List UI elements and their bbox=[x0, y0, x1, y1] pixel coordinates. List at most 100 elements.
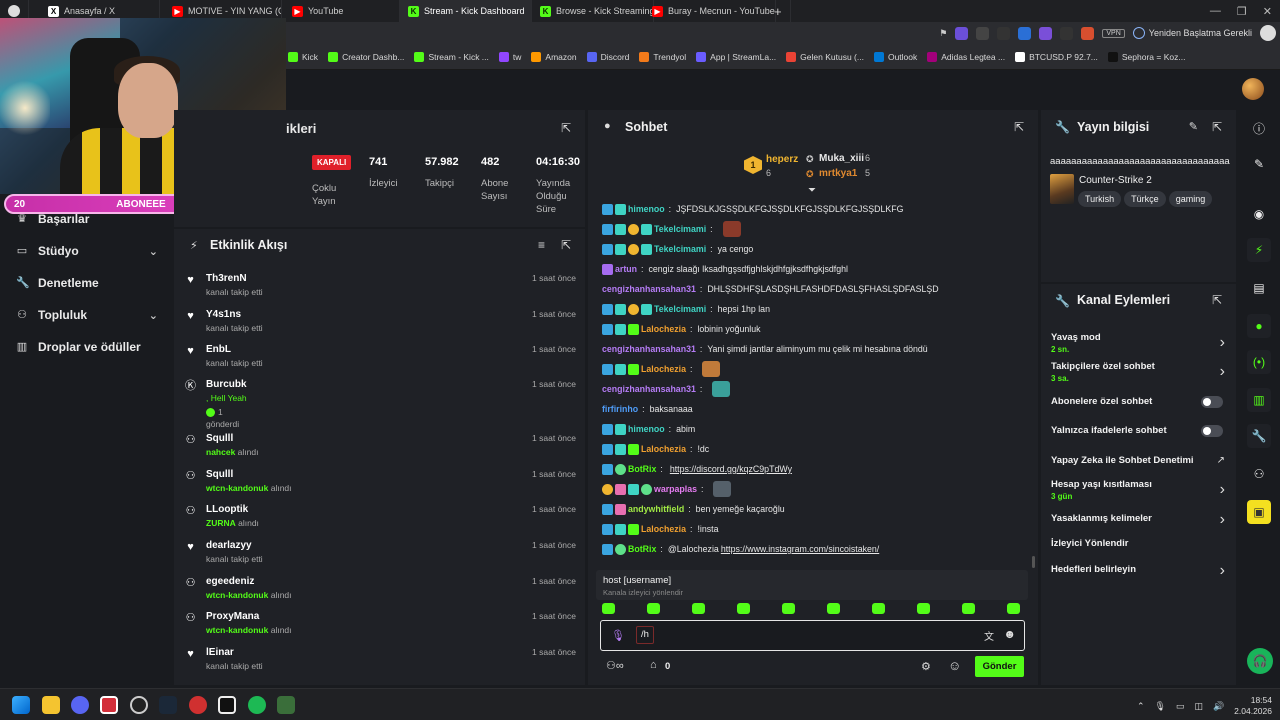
microphone-icon[interactable]: 🎙 bbox=[1154, 701, 1165, 712]
activity-username[interactable]: Burcubk bbox=[206, 379, 247, 390]
chat-username[interactable]: Lalochezia bbox=[641, 444, 686, 454]
chat-username[interactable]: andywhitfield bbox=[628, 504, 684, 514]
bookmark-item[interactable]: Kick bbox=[288, 51, 318, 62]
nav-item-trophy[interactable]: ♛ Başarılar bbox=[16, 212, 158, 226]
spotify-icon[interactable] bbox=[248, 696, 266, 714]
chat-username[interactable]: cengizhanhansahan31 bbox=[602, 284, 696, 294]
channel-action-item[interactable]: Yavaş mod 2 sn. › bbox=[1051, 332, 1229, 354]
stream-tag[interactable]: Türkçe bbox=[1124, 191, 1166, 207]
chevron-right-icon[interactable]: › bbox=[1220, 511, 1225, 529]
toggle-switch[interactable] bbox=[1201, 425, 1223, 437]
community-icon[interactable]: ⚇∞ bbox=[606, 659, 624, 672]
chat-username[interactable]: Lalochezia bbox=[641, 364, 686, 374]
chat-link[interactable]: https://discord.gg/kqzC9pTdWy bbox=[670, 464, 792, 474]
chevron-right-icon[interactable]: › bbox=[1220, 334, 1225, 352]
chat-scrollbar[interactable] bbox=[1032, 556, 1035, 568]
channel-action-item[interactable]: Yalnızca ifadelerle sohbet bbox=[1051, 425, 1229, 447]
chat-username[interactable]: warpaplas bbox=[654, 484, 697, 494]
emoji-icon[interactable]: ☻ bbox=[1003, 627, 1016, 641]
capcut-icon[interactable] bbox=[218, 696, 236, 714]
translate-icon[interactable]: 文 bbox=[984, 628, 994, 643]
external-link-icon[interactable]: ↗ bbox=[1217, 455, 1225, 466]
nav-item-studio[interactable]: ▭ Stüdyo ⌄ bbox=[16, 244, 158, 258]
obs-icon[interactable] bbox=[130, 696, 148, 714]
clock[interactable]: 18:54 2.04.2026 bbox=[1234, 695, 1272, 717]
bookmark-item[interactable]: BTCUSD.P 92.7... bbox=[1015, 51, 1098, 62]
chat-input[interactable]: /h bbox=[636, 626, 654, 644]
nav-item-gift[interactable]: ▥ Droplar ve ödüller bbox=[16, 340, 158, 354]
channel-action-item[interactable]: Yasaklanmış kelimeler › bbox=[1051, 511, 1229, 535]
settings-icon[interactable]: ⚙ bbox=[921, 660, 931, 673]
gifter-name[interactable]: Muka_xiii bbox=[819, 153, 864, 164]
chat-input-box[interactable]: 🎙 /h 文 ☻ bbox=[600, 620, 1025, 651]
channel-action-item[interactable]: Abonelere özel sohbet bbox=[1051, 396, 1229, 418]
channel-action-item[interactable]: Takipçilere özel sohbet 3 sa. › bbox=[1051, 361, 1229, 383]
restart-required-button[interactable]: Yeniden Başlatma Gerekli bbox=[1132, 27, 1252, 39]
display-icon[interactable]: ▭ bbox=[1176, 701, 1185, 712]
extension-icon[interactable] bbox=[955, 26, 969, 40]
chat-username[interactable]: himenoo bbox=[628, 204, 665, 214]
chat-icon[interactable]: ● bbox=[1247, 314, 1271, 338]
community-icon[interactable]: ⚇ bbox=[1247, 462, 1271, 486]
notes-icon[interactable]: ▤ bbox=[1247, 276, 1271, 300]
wrench-icon[interactable]: 🔧 bbox=[1247, 424, 1271, 448]
bookmark-item[interactable]: Creator Dashb... bbox=[328, 51, 404, 62]
windows-start-icon[interactable] bbox=[12, 696, 30, 714]
chevron-down-icon[interactable]: ⌄ bbox=[149, 309, 158, 322]
camera-icon[interactable]: ◉ bbox=[1247, 202, 1271, 226]
emote-icon[interactable] bbox=[602, 603, 615, 614]
bookmark-star-icon[interactable]: ⚑ bbox=[939, 28, 947, 39]
restore-icon[interactable]: ❐ bbox=[1237, 5, 1247, 18]
bookmark-item[interactable]: Discord bbox=[586, 51, 629, 62]
channel-action-item[interactable]: Yapay Zeka ile Sohbet Denetimi ↗ bbox=[1051, 455, 1229, 477]
send-button[interactable]: Gönder bbox=[975, 656, 1024, 677]
lightning-icon[interactable]: ⚡ bbox=[1247, 238, 1271, 262]
file-explorer-icon[interactable] bbox=[42, 696, 60, 714]
emote-icon[interactable] bbox=[647, 603, 660, 614]
extension-icon[interactable] bbox=[1039, 26, 1053, 40]
discord-icon[interactable] bbox=[71, 696, 89, 714]
chevron-down-icon[interactable]: ⌄ bbox=[149, 245, 158, 258]
stream-tag[interactable]: gaming bbox=[1168, 191, 1213, 207]
extension-icon[interactable] bbox=[997, 26, 1011, 40]
chevron-right-icon[interactable]: › bbox=[1220, 481, 1225, 499]
bookmark-item[interactable]: Outlook bbox=[873, 51, 917, 62]
popout-icon[interactable]: ⇱ bbox=[1212, 293, 1222, 307]
activity-username[interactable]: lEinar bbox=[206, 647, 234, 658]
extension-icon[interactable] bbox=[1060, 26, 1074, 40]
nav-item-wrench[interactable]: 🔧 Denetleme bbox=[16, 276, 158, 290]
chat-username[interactable]: Tekelcimami bbox=[654, 224, 706, 234]
channel-action-item[interactable]: İzleyici Yönlendir bbox=[1051, 538, 1229, 560]
bookmark-item[interactable]: Trendyol bbox=[639, 51, 686, 62]
activity-username[interactable]: LLooptik bbox=[206, 504, 248, 515]
chat-username[interactable]: artun bbox=[615, 264, 637, 274]
filter-icon[interactable]: ≡ bbox=[538, 238, 545, 252]
new-tab-button[interactable]: + bbox=[766, 0, 791, 22]
layout-icon[interactable]: ▥ bbox=[1247, 388, 1271, 412]
channel-action-item[interactable]: Hesap yaşı kısıtlaması 3 gün › bbox=[1051, 479, 1229, 501]
emote-icon[interactable] bbox=[1007, 603, 1020, 614]
bookmark-item[interactable]: Gelen Kutusu (... bbox=[786, 51, 864, 62]
browser-tab[interactable]: K Stream - Kick Dashboard bbox=[400, 0, 532, 22]
emote-icon[interactable] bbox=[827, 603, 840, 614]
chat-username[interactable]: cengizhanhansahan31 bbox=[602, 344, 696, 354]
extension-icon[interactable] bbox=[976, 26, 990, 40]
popout-icon[interactable]: ⇱ bbox=[1014, 120, 1024, 134]
emote-icon[interactable] bbox=[692, 603, 705, 614]
activity-username[interactable]: egeedeniz bbox=[206, 576, 254, 587]
close-window-icon[interactable]: ✕ bbox=[1263, 5, 1272, 18]
chat-username[interactable]: Tekelcimami bbox=[654, 304, 706, 314]
chat-username[interactable]: Lalochezia bbox=[641, 524, 686, 534]
top-gifter-name[interactable]: heperz bbox=[766, 154, 798, 165]
info-icon[interactable]: ⓘ bbox=[1247, 116, 1271, 140]
minimize-icon[interactable]: — bbox=[1210, 5, 1221, 17]
extension-icon[interactable] bbox=[1018, 26, 1032, 40]
activity-username[interactable]: Y4s1ns bbox=[206, 309, 241, 320]
steam-icon[interactable] bbox=[159, 696, 177, 714]
extension-icon[interactable] bbox=[1081, 26, 1095, 40]
category-name[interactable]: Counter-Strike 2 bbox=[1079, 175, 1152, 186]
activity-username[interactable]: Squlll bbox=[206, 469, 233, 480]
gifter-name[interactable]: mrtkya1 bbox=[819, 168, 857, 179]
chat-username[interactable]: BotRix bbox=[628, 464, 656, 474]
network-icon[interactable]: ◫ bbox=[1194, 701, 1203, 712]
